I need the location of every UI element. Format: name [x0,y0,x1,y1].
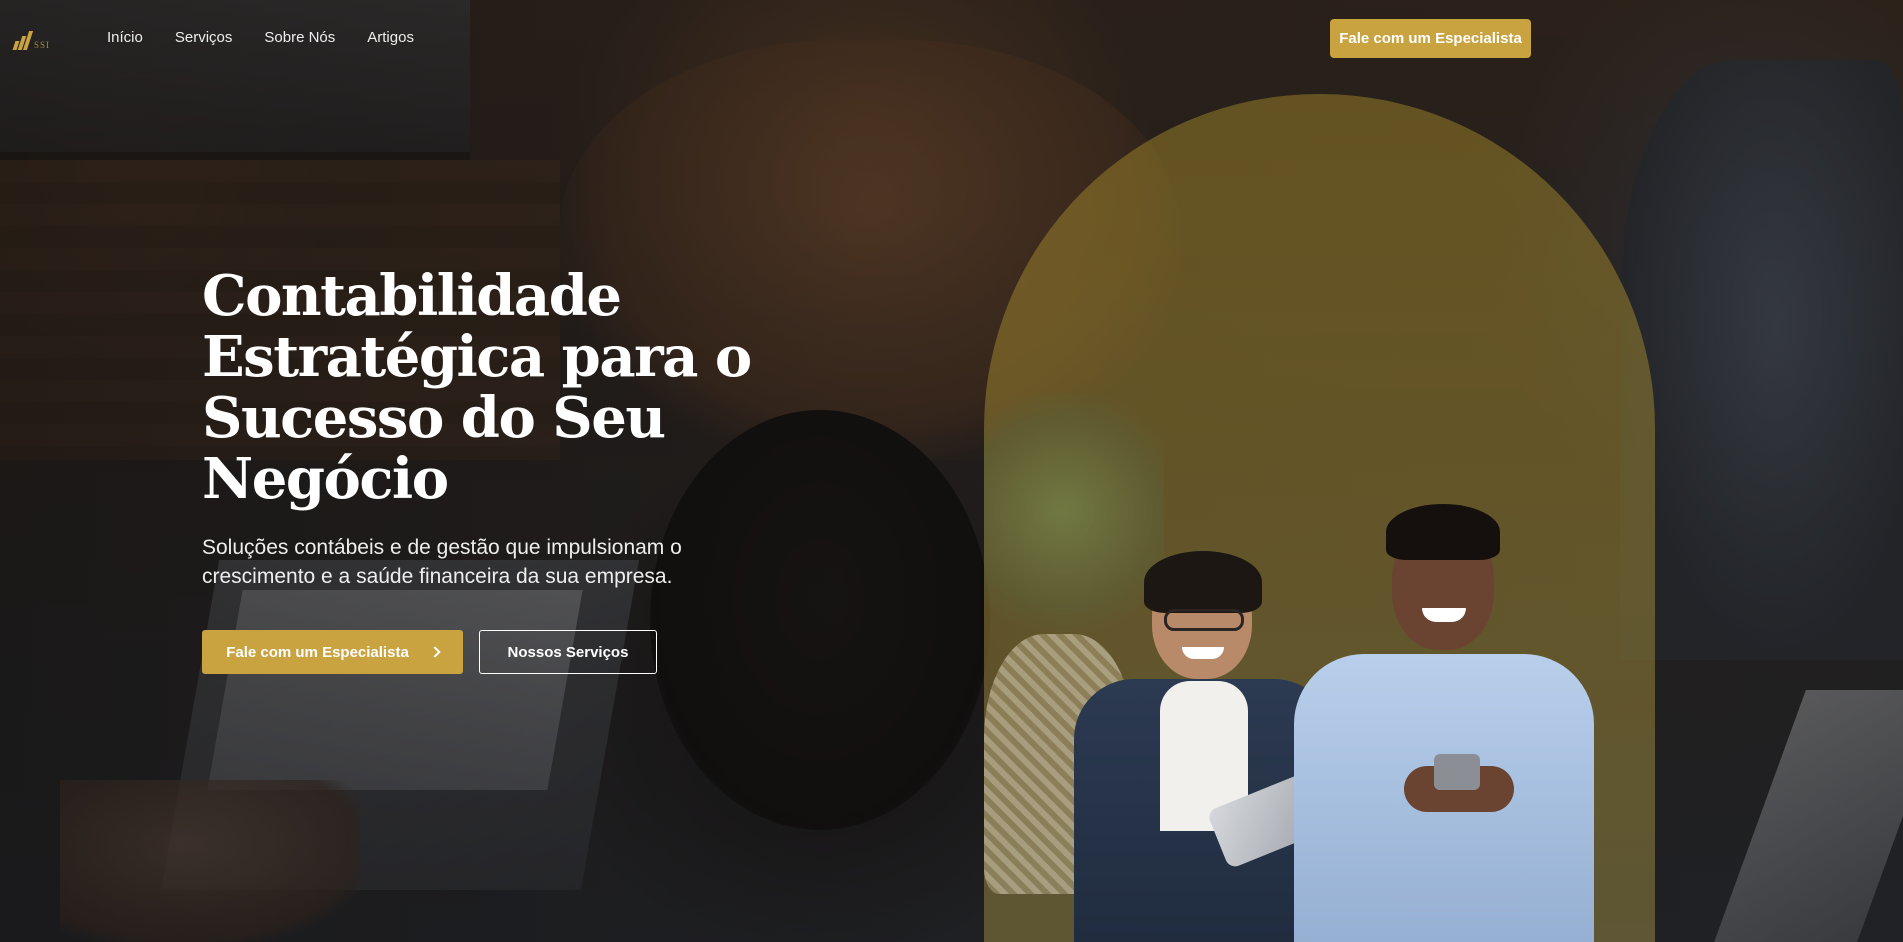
contact-specialist-button[interactable]: Fale com um Especialista [202,630,463,674]
logo-wordmark: SSI [34,40,51,50]
site-header: SSI Início Serviços Sobre Nós Artigos Fa… [0,0,1903,78]
nav-item-servicos[interactable]: Serviços [175,29,233,46]
our-services-button[interactable]: Nossos Serviços [479,630,657,674]
bars-logo-icon [12,31,34,50]
logo[interactable]: SSI [12,28,64,50]
nav-item-artigos[interactable]: Artigos [367,29,414,46]
hero-image-arch [984,94,1655,942]
header-contact-button[interactable]: Fale com um Especialista [1330,19,1531,58]
nav-item-inicio[interactable]: Início [107,29,143,46]
main-nav: Início Serviços Sobre Nós Artigos [107,29,414,46]
chevron-right-icon [429,646,441,658]
contact-specialist-label: Fale com um Especialista [226,643,409,661]
glasses-icon [1164,609,1244,631]
man-with-phone-image [1294,504,1594,942]
nav-item-sobre-nos[interactable]: Sobre Nós [264,29,335,46]
hero-subtitle: Soluções contábeis e de gestão que impul… [202,536,682,588]
hero-title: Contabilidade Estratégica para o Sucesso… [202,263,752,512]
phone-icon [1434,754,1480,790]
